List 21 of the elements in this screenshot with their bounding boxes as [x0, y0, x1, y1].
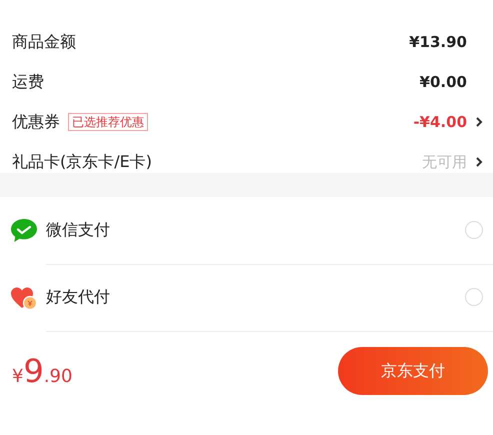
- price-decimal: .90: [44, 366, 72, 387]
- row-value: -¥4.00: [413, 113, 467, 131]
- row-value: 无可用: [422, 152, 467, 172]
- currency-symbol: ¥: [12, 366, 24, 387]
- row-label: 优惠券: [12, 112, 60, 132]
- pay-button[interactable]: 京东支付: [338, 347, 488, 395]
- row-label: 礼品卡(京东卡/E卡): [12, 152, 152, 172]
- payment-label: 好友代付: [46, 286, 111, 308]
- row-label: 商品金额: [12, 32, 76, 52]
- row-value: ¥0.00: [420, 73, 467, 91]
- heart-coin-icon: [10, 284, 38, 310]
- chevron-icon[interactable]: [475, 156, 483, 168]
- row-value: ¥13.90: [409, 33, 467, 51]
- row-label: 运费: [12, 72, 44, 92]
- radio-button[interactable]: [465, 288, 483, 306]
- chat-bubble-check-icon: [10, 218, 38, 244]
- coupon-tag: 已选推荐优惠: [68, 113, 148, 131]
- total-price: 9: [23, 352, 44, 390]
- payment-label: 微信支付: [46, 220, 111, 240]
- chevron-icon[interactable]: [475, 116, 483, 128]
- radio-button[interactable]: [465, 221, 483, 239]
